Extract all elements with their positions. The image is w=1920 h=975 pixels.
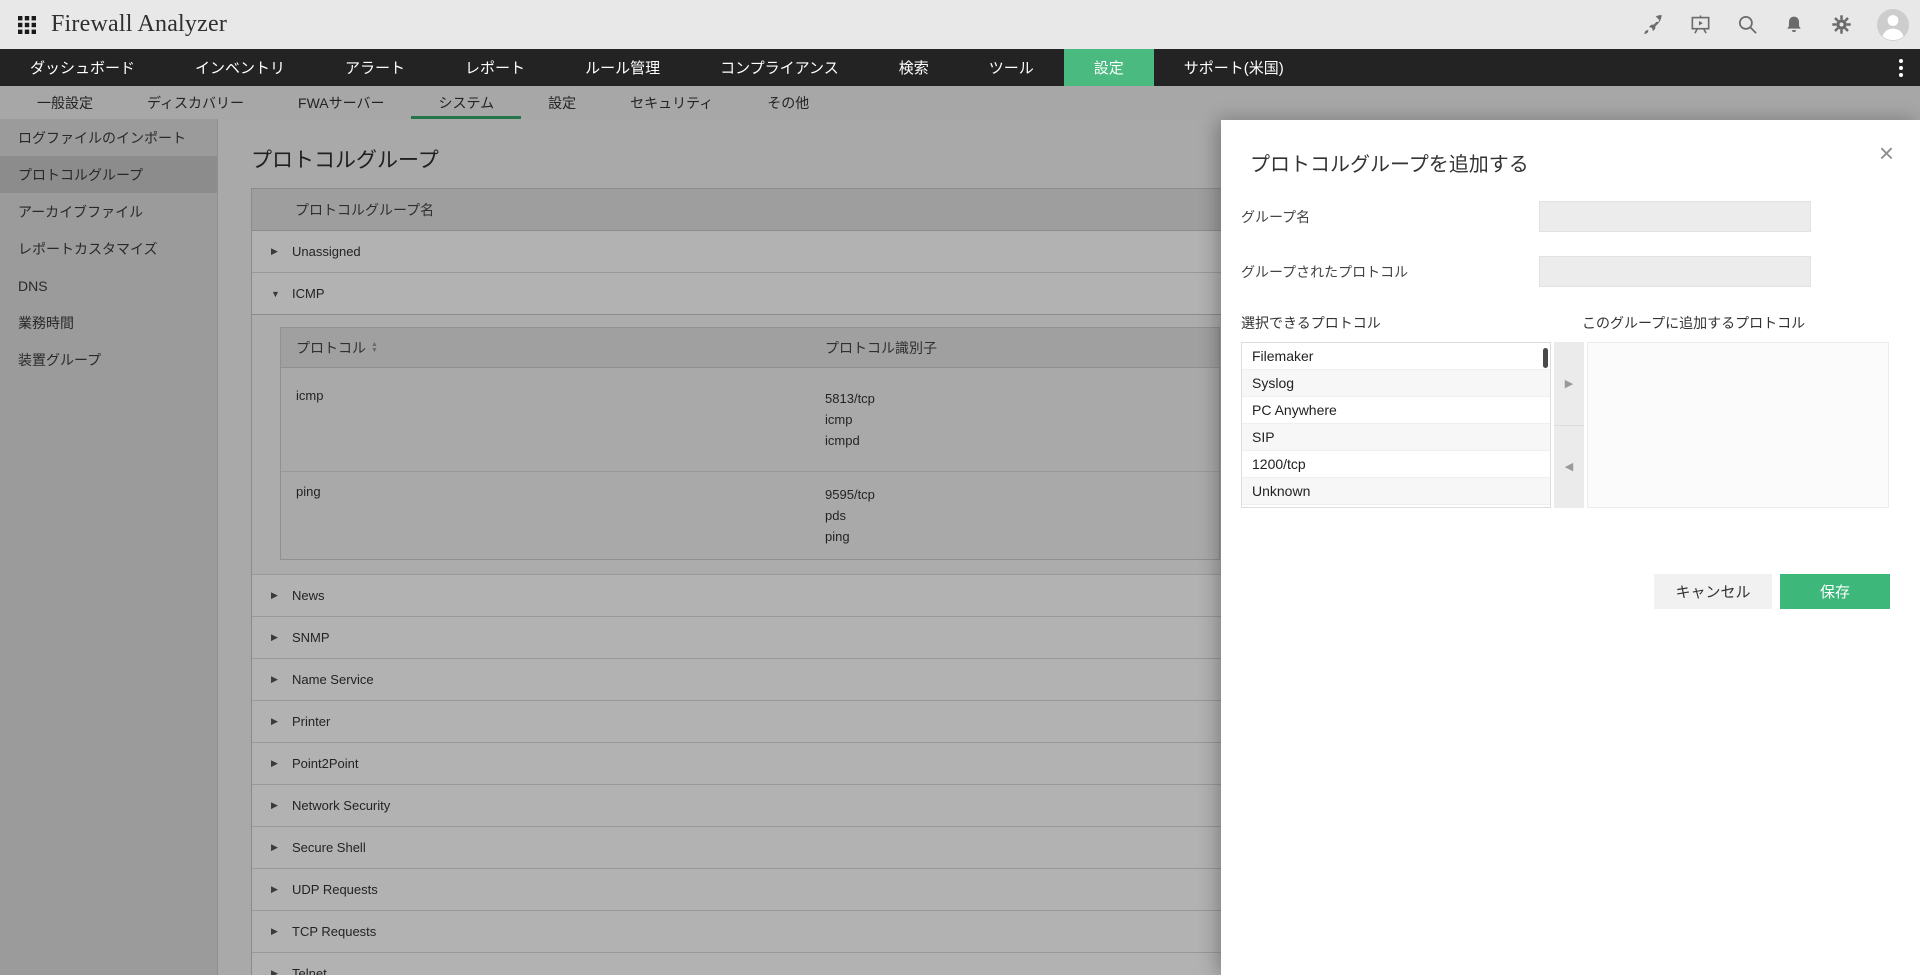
search-icon[interactable]: [1735, 13, 1759, 37]
grouped-protocols-input[interactable]: [1539, 256, 1811, 287]
drawer-title: プロトコルグループを追加する: [1250, 154, 1529, 176]
user-avatar[interactable]: [1876, 8, 1910, 42]
presentation-icon[interactable]: [1688, 13, 1712, 37]
nav-tab[interactable]: レポート: [435, 49, 555, 86]
available-protocols-list[interactable]: Filemaker Syslog PC Anywhere SIP 1200/tc…: [1241, 342, 1551, 508]
target-protocols-list[interactable]: [1587, 342, 1889, 508]
list-scrollbar-thumb[interactable]: [1543, 348, 1548, 368]
nav-items: ダッシュボード インベントリ アラート レポート ルール管理 コンプライアンス …: [0, 49, 1314, 86]
list-item[interactable]: Unknown: [1242, 478, 1550, 505]
list-item[interactable]: Filemaker: [1242, 343, 1550, 370]
nav-tab[interactable]: インベントリ: [165, 49, 315, 86]
nav-tab[interactable]: コンプライアンス: [690, 49, 869, 86]
app-title: Firewall Analyzer: [51, 11, 228, 37]
nav-tab[interactable]: アラート: [315, 49, 435, 86]
grouped-protocols-label: グループされたプロトコル: [1241, 263, 1409, 280]
kebab-menu-icon[interactable]: [1882, 49, 1920, 86]
list-item[interactable]: SIP: [1242, 424, 1550, 451]
available-protocols-label: 選択できるプロトコル: [1241, 315, 1381, 331]
list-item[interactable]: 1200/tcp: [1242, 451, 1550, 478]
transfer-list-labels: 選択できるプロトコル このグループに追加するプロトコル: [1241, 313, 1890, 333]
transfer-arrows: ▶ ◀: [1554, 342, 1584, 508]
target-protocols-label: このグループに追加するプロトコル: [1582, 315, 1806, 331]
close-icon[interactable]: ×: [1879, 140, 1894, 166]
list-item[interactable]: Syslog: [1242, 370, 1550, 397]
apps-grid-icon[interactable]: [16, 14, 38, 36]
nav-tab[interactable]: ダッシュボード: [0, 49, 165, 86]
available-items: Filemaker Syslog PC Anywhere SIP 1200/tc…: [1242, 343, 1550, 505]
rocket-icon[interactable]: [1641, 13, 1665, 37]
add-protocol-group-drawer: × プロトコルグループを追加する グループ名 グループされたプロトコル 選択でき…: [1221, 120, 1920, 975]
nav-tab[interactable]: ルール管理: [555, 49, 690, 86]
move-right-icon[interactable]: ▶: [1554, 342, 1584, 426]
gear-icon[interactable]: [1829, 13, 1853, 37]
group-name-row: グループ名: [1241, 201, 1811, 232]
drawer-actions: キャンセル 保存: [1241, 574, 1890, 609]
main-nav: ダッシュボード インベントリ アラート レポート ルール管理 コンプライアンス …: [0, 49, 1920, 86]
nav-tab[interactable]: ツール: [959, 49, 1064, 86]
group-name-input[interactable]: [1539, 201, 1811, 232]
nav-tab[interactable]: 設定: [1063, 49, 1154, 86]
topbar-icon-group: [1641, 8, 1914, 42]
grouped-protocols-row: グループされたプロトコル: [1241, 256, 1811, 287]
transfer-widget: Filemaker Syslog PC Anywhere SIP 1200/tc…: [1241, 342, 1890, 508]
cancel-button[interactable]: キャンセル: [1654, 574, 1772, 609]
nav-tab[interactable]: 検索: [869, 49, 959, 86]
group-name-label: グループ名: [1241, 208, 1311, 225]
bell-icon[interactable]: [1782, 13, 1806, 37]
list-item[interactable]: PC Anywhere: [1242, 397, 1550, 424]
nav-tab[interactable]: サポート(米国): [1154, 49, 1314, 86]
save-button[interactable]: 保存: [1780, 574, 1890, 609]
move-left-icon[interactable]: ◀: [1554, 426, 1584, 509]
top-bar: Firewall Analyzer: [0, 0, 1920, 49]
